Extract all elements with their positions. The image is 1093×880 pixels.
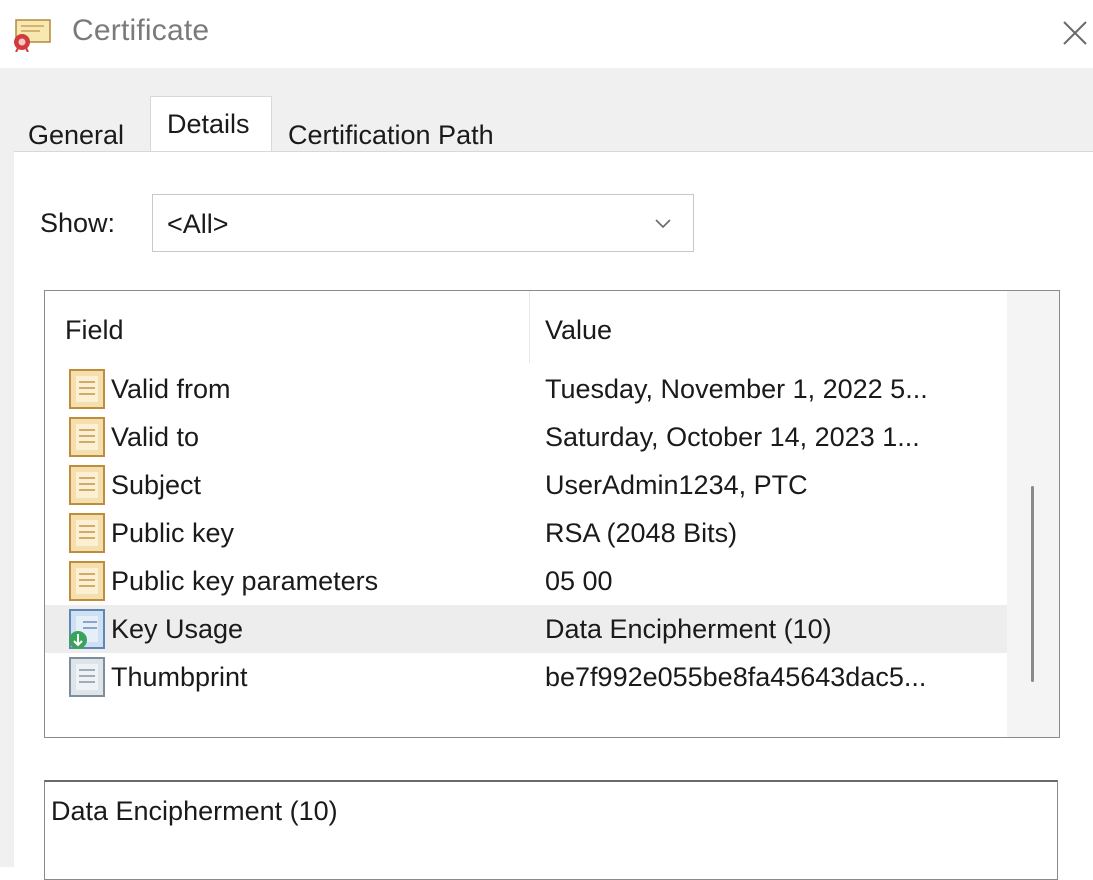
certificate-icon <box>10 16 54 53</box>
chevron-down-icon <box>651 211 675 235</box>
list-row[interactable]: Valid to Saturday, October 14, 2023 1... <box>45 413 1007 461</box>
field-name: Valid from <box>111 374 231 404</box>
field-doc-icon <box>67 367 109 411</box>
window-title: Certificate <box>72 14 210 47</box>
field-doc-icon <box>67 511 109 555</box>
thumbprint-icon <box>67 655 109 699</box>
field-name: Key Usage <box>111 614 244 644</box>
title-bar: Certificate <box>0 0 1093 68</box>
field-value: Tuesday, November 1, 2022 5... <box>545 374 928 404</box>
field-name: Valid to <box>111 422 200 452</box>
field-value: be7f992e055be8fa45643dac5... <box>545 662 927 692</box>
show-selected-value: <All> <box>167 209 229 239</box>
field-value: 05 00 <box>545 566 613 596</box>
field-doc-icon <box>67 415 109 459</box>
list-rows: Valid from Tuesday, November 1, 2022 5..… <box>45 365 1007 701</box>
list-row[interactable]: Valid from Tuesday, November 1, 2022 5..… <box>45 365 1007 413</box>
tab-details[interactable]: Details <box>150 96 272 156</box>
list-row[interactable]: Subject UserAdmin1234, PTC <box>45 461 1007 509</box>
vertical-scrollbar[interactable] <box>1007 291 1059 737</box>
column-header-value[interactable]: Value <box>545 315 612 346</box>
field-value: Data Encipherment (10) <box>545 614 832 644</box>
show-dropdown[interactable]: <All> <box>152 194 694 252</box>
field-name: Subject <box>111 470 202 500</box>
column-header-field[interactable]: Field <box>65 315 124 346</box>
tab-certification-path[interactable]: Certification Path <box>288 114 494 156</box>
field-doc-icon <box>67 559 109 603</box>
field-detail-text: Data Encipherment (10) <box>51 796 338 826</box>
extension-icon <box>67 607 109 651</box>
list-header: Field Value <box>45 291 1005 363</box>
tab-bar: General Details Certification Path <box>0 96 1093 156</box>
list-row[interactable]: Public key RSA (2048 Bits) <box>45 509 1007 557</box>
field-name: Thumbprint <box>111 662 248 692</box>
tab-general[interactable]: General <box>28 114 124 156</box>
field-value: RSA (2048 Bits) <box>545 518 738 548</box>
fields-list[interactable]: Field Value Valid from Tuesday, November… <box>44 290 1060 738</box>
column-divider[interactable] <box>529 291 530 363</box>
list-row[interactable]: Public key parameters 05 00 <box>45 557 1007 605</box>
list-row[interactable]: Thumbprint be7f992e055be8fa45643dac5... <box>45 653 1007 701</box>
field-name: Public key <box>111 518 235 548</box>
field-value: UserAdmin1234, PTC <box>545 470 808 500</box>
list-row-selected[interactable]: Key Usage Data Encipherment (10) <box>45 605 1007 653</box>
field-doc-icon <box>67 463 109 507</box>
close-icon[interactable] <box>1058 12 1092 52</box>
field-value: Saturday, October 14, 2023 1... <box>545 422 920 452</box>
show-label: Show: <box>40 208 116 238</box>
field-detail-box[interactable]: Data Encipherment (10) <box>44 780 1058 880</box>
field-name: Public key parameters <box>111 566 379 596</box>
scrollbar-thumb[interactable] <box>1031 486 1034 682</box>
